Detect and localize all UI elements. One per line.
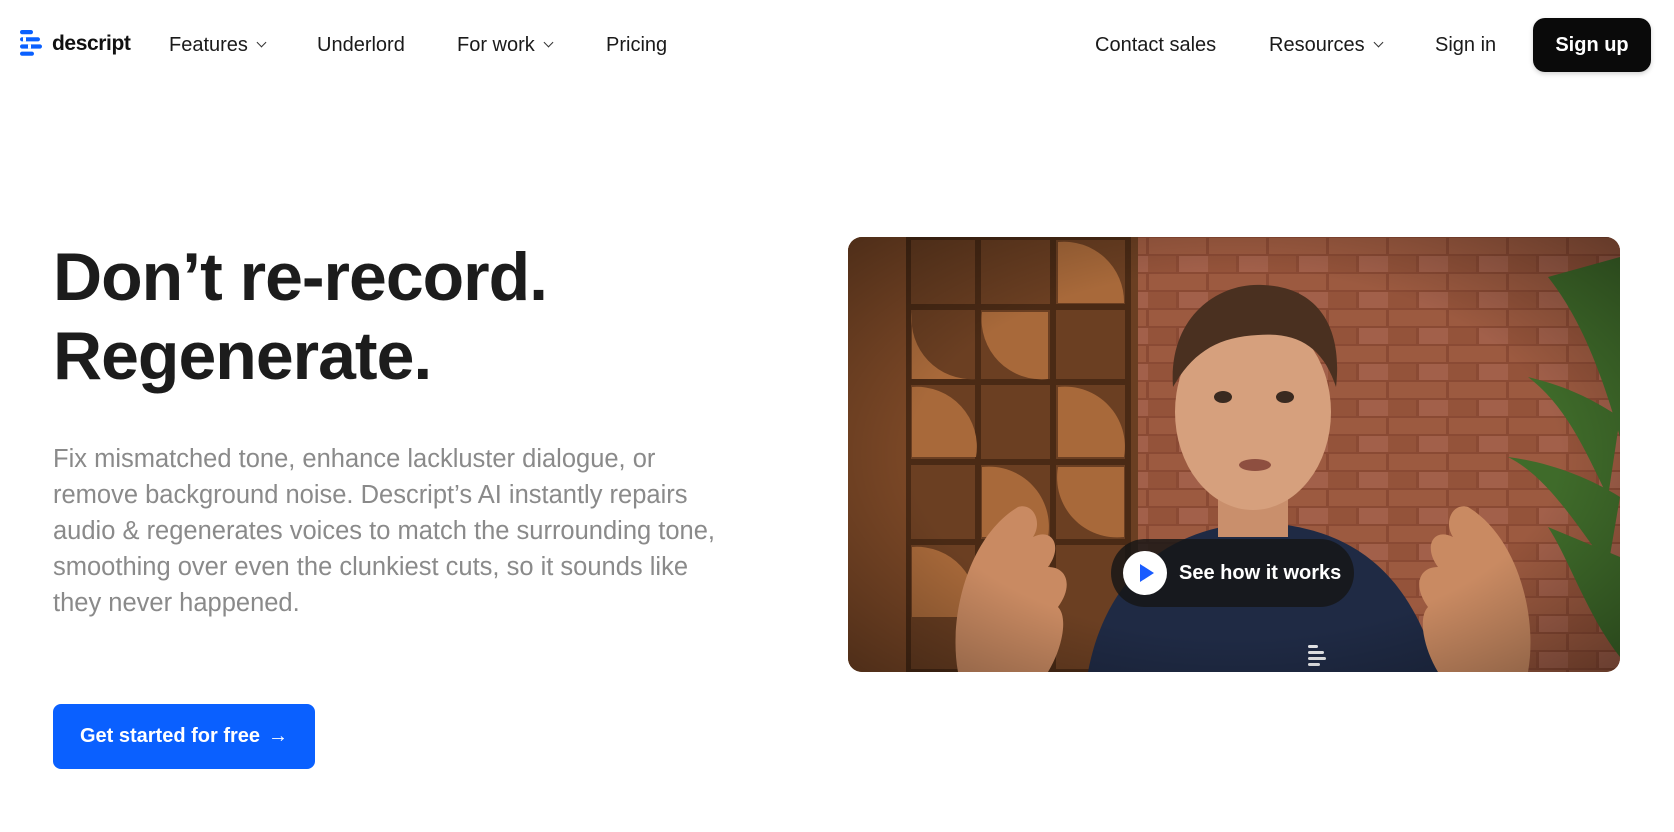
top-navigation: descript Features Underlord For work Pri…	[0, 0, 1674, 90]
arrow-right-icon: →	[268, 725, 289, 747]
play-icon	[1123, 551, 1167, 595]
get-started-label: Get started for free	[79, 725, 261, 747]
nav-sign-in-label: Sign in	[1435, 33, 1497, 56]
nav-for-work-label: For work	[457, 33, 535, 56]
nav-underlord-label: Underlord	[317, 33, 405, 56]
hero-headline-line-2: Regenerate.	[53, 318, 432, 394]
nav-features-label: Features	[169, 33, 248, 56]
logo-wordmark: descript	[52, 31, 131, 55]
descript-logo-icon	[20, 30, 42, 56]
nav-sign-in[interactable]: Sign in	[1435, 31, 1496, 59]
see-how-it-works-label: See how it works	[1179, 561, 1342, 584]
nav-features[interactable]: Features	[169, 31, 267, 59]
chevron-down-icon	[256, 37, 267, 48]
nav-pricing[interactable]: Pricing	[606, 31, 667, 59]
hero-headline: Don’t re-record. Regenerate.	[53, 238, 753, 396]
chevron-down-icon	[543, 37, 554, 48]
chevron-down-icon	[1373, 37, 1384, 48]
nav-pricing-label: Pricing	[606, 33, 668, 56]
descript-logo[interactable]: descript	[20, 30, 131, 56]
hero-description: Fix mismatched tone, enhance lackluster …	[53, 445, 715, 617]
see-how-it-works-button[interactable]: See how it works	[1111, 539, 1354, 607]
video-player[interactable]: See how it works	[848, 237, 1620, 672]
hero-headline-line-1: Don’t re-record.	[53, 239, 548, 315]
nav-underlord[interactable]: Underlord	[317, 31, 405, 59]
nav-resources[interactable]: Resources	[1269, 31, 1384, 59]
nav-contact-sales-label: Contact sales	[1095, 33, 1217, 56]
nav-for-work[interactable]: For work	[457, 31, 554, 59]
get-started-button[interactable]: Get started for free →	[53, 704, 315, 769]
nav-contact-sales[interactable]: Contact sales	[1095, 31, 1216, 59]
nav-resources-label: Resources	[1269, 33, 1365, 56]
sign-up-button[interactable]: Sign up	[1533, 18, 1651, 72]
